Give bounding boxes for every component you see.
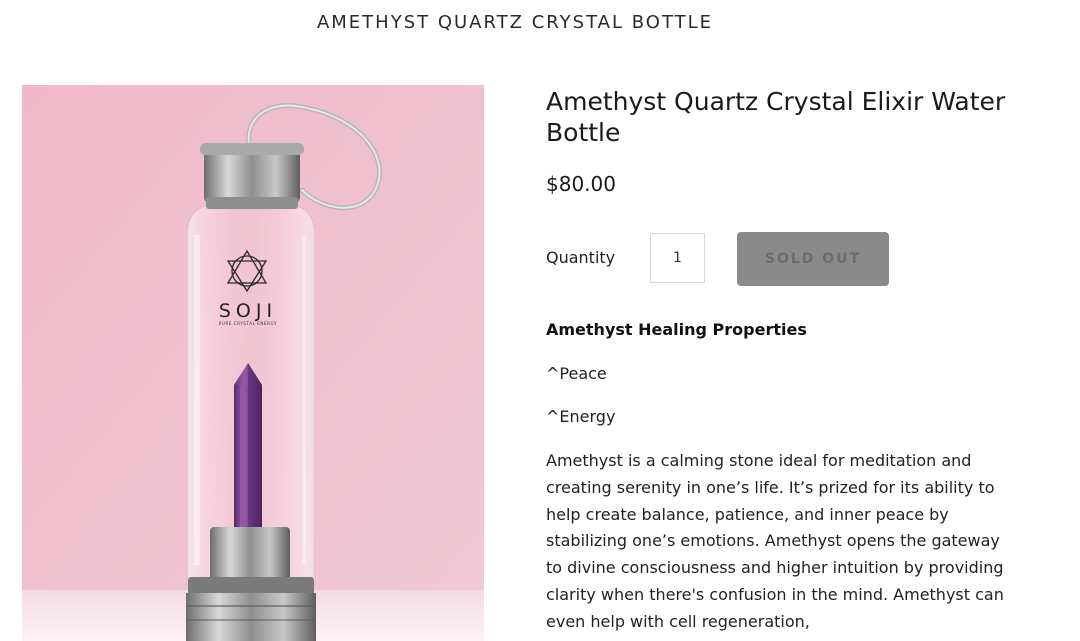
product-description: Amethyst is a calming stone ideal for me… (546, 451, 1004, 631)
property-item: ^Peace (546, 364, 607, 383)
healing-properties-title: Amethyst Healing Properties (546, 320, 807, 339)
brand-wordmark: SOJI (219, 300, 277, 322)
product-info: Amethyst Quartz Crystal Elixir Water Bot… (546, 86, 1016, 631)
quantity-input[interactable] (650, 233, 705, 283)
sold-out-button[interactable]: SOLD OUT (737, 232, 889, 286)
quantity-row: Quantity SOLD OUT (546, 232, 1016, 286)
product-price: $80.00 (546, 172, 616, 196)
property-item: ^Energy (546, 407, 616, 426)
product-title: Amethyst Quartz Crystal Elixir Water Bot… (546, 87, 1006, 147)
brand-tagline: PURE CRYSTAL ENERGY (219, 321, 277, 326)
page-heading: AMETHYST QUARTZ CRYSTAL BOTTLE (316, 12, 714, 33)
product-image[interactable]: SOJI PURE CRYSTAL ENERGY (22, 85, 484, 641)
quantity-label: Quantity (546, 248, 616, 267)
